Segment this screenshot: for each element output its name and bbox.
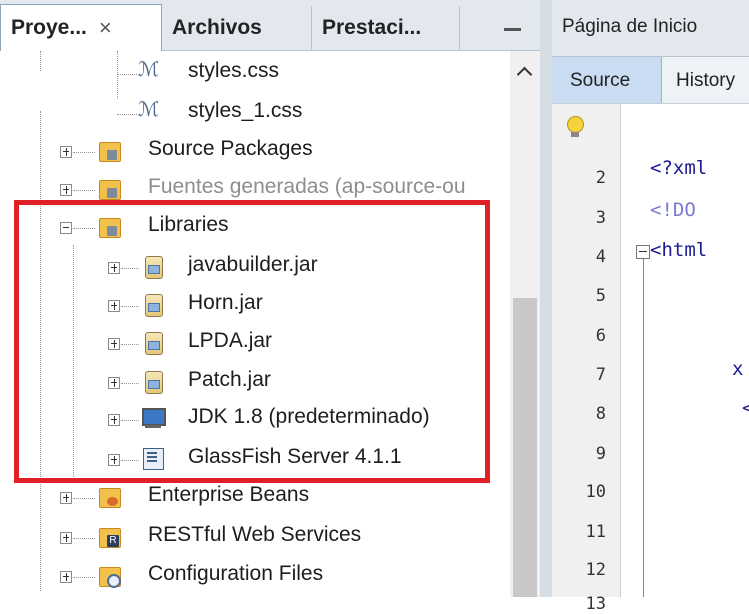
line-number: 12 [585, 560, 606, 580]
lightbulb-hint-icon[interactable] [566, 116, 584, 140]
tab-files-label: Archivos [172, 16, 262, 39]
line-number: 11 [585, 522, 606, 542]
tab-projects[interactable]: Proye... × [0, 4, 162, 51]
panel-divider[interactable] [540, 0, 552, 597]
expand-icon[interactable] [60, 184, 72, 196]
line-number-gutter: 2 3 4 5 6 7 8 9 10 11 12 13 [552, 104, 621, 614]
tab-services[interactable]: Prestaci... [312, 6, 460, 50]
tree-item-label: Source Packages [148, 137, 313, 160]
fold-collapse-icon[interactable] [636, 245, 650, 259]
close-icon[interactable]: × [99, 15, 112, 41]
editor-view-tabs: Source History [552, 57, 749, 104]
tree-item-configuration-files[interactable]: Configuration Files [0, 558, 510, 594]
code-line-4[interactable]: <html [650, 239, 707, 261]
tree-item-styles-css[interactable]: styles.css [0, 55, 510, 91]
code-line-8[interactable]: < [742, 397, 749, 419]
expand-icon[interactable] [60, 571, 72, 583]
line-number: 6 [595, 326, 606, 346]
code-line-7[interactable]: x [732, 358, 743, 380]
expand-icon[interactable] [60, 146, 72, 158]
editor-panel: Página de Inicio Source History 2 3 4 5 … [552, 0, 749, 614]
code-line-3[interactable]: <!DO [650, 199, 696, 221]
tree-item-label: styles.css [188, 59, 280, 82]
line-number: 8 [595, 404, 606, 424]
line-number: 3 [595, 208, 606, 228]
tree-item-label: Fuentes generadas (ap-source-ou [148, 175, 466, 198]
tree-item-label: Configuration Files [148, 562, 324, 585]
line-number: 7 [595, 365, 606, 385]
source-packages-icon [97, 138, 121, 162]
line-number: 5 [595, 286, 606, 306]
scrollbar-thumb[interactable] [513, 298, 537, 597]
tree-item-label: styles_1.css [188, 99, 303, 122]
minimize-icon[interactable] [498, 14, 528, 44]
css-file-icon [136, 57, 160, 83]
tab-files[interactable]: Archivos [162, 6, 312, 50]
tab-history[interactable]: History [676, 70, 735, 92]
line-number: 13 [585, 594, 606, 614]
line-number: 4 [595, 247, 606, 267]
line-number: 9 [595, 444, 606, 464]
code-line-2[interactable]: <?xml [650, 157, 707, 179]
enterprise-beans-icon [97, 484, 121, 508]
line-number: 2 [595, 168, 606, 188]
tree-item-styles-1-css[interactable]: styles_1.css [0, 95, 510, 131]
projects-panel: Proye... × Archivos Prestaci... styles.c… [0, 0, 540, 597]
line-number: 10 [585, 482, 606, 502]
expand-icon[interactable] [60, 492, 72, 504]
rest-services-icon [97, 524, 121, 548]
projects-tab-bar: Proye... × Archivos Prestaci... [0, 0, 540, 51]
tab-projects-label: Proye... [11, 16, 87, 39]
tab-source[interactable]: Source [552, 57, 662, 103]
tree-item-source-packages[interactable]: Source Packages [0, 133, 510, 169]
tree-item-enterprise-beans[interactable]: Enterprise Beans [0, 479, 510, 515]
config-files-icon [97, 563, 121, 588]
generated-sources-icon [97, 176, 121, 200]
css-file-icon [136, 97, 160, 123]
tree-item-restful-web-services[interactable]: RESTful Web Services [0, 519, 510, 555]
tab-services-label: Prestaci... [322, 16, 422, 39]
fold-guide-line [643, 259, 644, 597]
tree-item-label: Enterprise Beans [148, 483, 310, 506]
libraries-highlight-box [14, 200, 490, 483]
editor-tab-bar: Página de Inicio [552, 0, 749, 57]
tab-start-page[interactable]: Página de Inicio [562, 16, 697, 38]
scroll-up-icon[interactable] [517, 66, 533, 82]
expand-icon[interactable] [60, 532, 72, 544]
tree-item-label: RESTful Web Services [148, 523, 362, 546]
